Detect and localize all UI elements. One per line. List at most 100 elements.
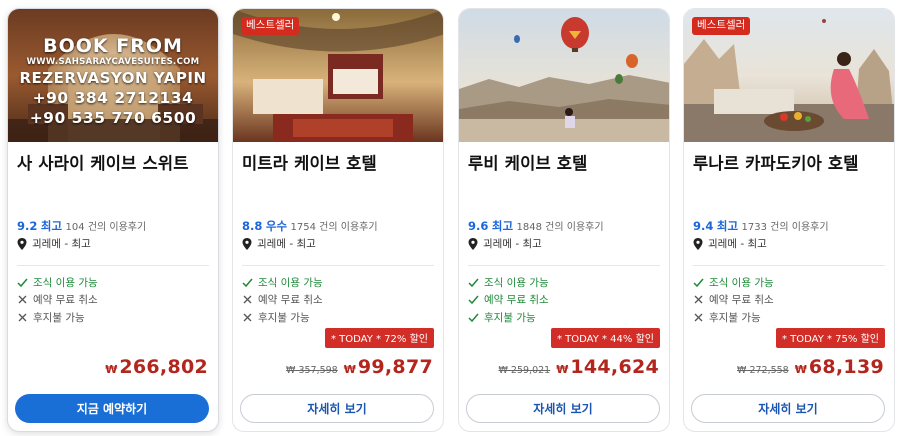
x-icon — [694, 295, 703, 304]
bestseller-badge: 베스트셀러 — [241, 17, 300, 35]
rating: 8.8 우수 1754 건의 이용후기 — [242, 218, 378, 234]
feature-text: 예약 무료 취소 — [709, 294, 774, 306]
currency-symbol: ₩ — [343, 363, 356, 376]
price-value: 68,139 — [808, 356, 884, 378]
promo-line: REZERVASYON YAPIN — [19, 69, 207, 87]
divider — [242, 265, 434, 266]
divider — [17, 265, 209, 266]
hotel-name[interactable]: 미트라 케이브 호텔 — [242, 150, 377, 174]
hotel-name[interactable]: 사 사라이 케이브 스위트 — [17, 150, 189, 174]
discount-badge: * TODAY * 72% 할인 — [324, 328, 434, 348]
rating-word: 최고 — [491, 219, 514, 233]
feature-text: 후지불 가능 — [258, 312, 310, 324]
feature-text: 조식 이용 가능 — [33, 277, 98, 289]
feature-item: 조식 이용 가능 — [468, 275, 549, 290]
feature-item: 후지불 가능 — [17, 310, 85, 325]
original-price: ₩ 357,598 — [286, 365, 338, 376]
original-price: ₩ 272,558 — [737, 365, 789, 376]
feature-item: 예약 무료 취소 — [693, 292, 774, 307]
rating-score: 8.8 — [242, 219, 263, 233]
feature-item: 예약 무료 취소 — [468, 292, 549, 307]
rating: 9.4 최고 1733 건의 이용후기 — [693, 218, 829, 234]
promo-phone: +90 535 770 6500 — [29, 109, 197, 127]
map-pin-icon — [693, 237, 703, 250]
feature-text: 예약 무료 취소 — [258, 294, 323, 306]
view-details-button[interactable]: 자세히 보기 — [466, 394, 660, 423]
price-value: 99,877 — [357, 356, 433, 378]
x-icon — [243, 295, 252, 304]
location: 괴레메 - 최고 — [468, 236, 542, 251]
feature-item: 예약 무료 취소 — [242, 292, 323, 307]
x-icon — [243, 313, 252, 322]
x-icon — [18, 313, 27, 322]
view-details-button[interactable]: 자세히 보기 — [691, 394, 885, 423]
location-text: 괴레메 - 최고 — [32, 238, 91, 250]
feature-item: 조식 이용 가능 — [693, 275, 774, 290]
x-icon — [18, 295, 27, 304]
feature-item: 후지불 가능 — [693, 310, 761, 325]
promo-line: BOOK FROM — [43, 35, 183, 57]
map-pin-icon — [468, 237, 478, 250]
review-count: 1848 건의 이용후기 — [516, 222, 604, 233]
hotel-card[interactable]: 루비 케이브 호텔 9.6 최고 1848 건의 이용후기 괴레메 - 최고 조… — [458, 8, 670, 432]
feature-text: 예약 무료 취소 — [33, 294, 98, 306]
check-icon — [17, 278, 28, 288]
hotel-name[interactable]: 루나르 카파도키아 호텔 — [693, 150, 859, 174]
promo-website: WWW.SAHSARAYCAVESUITES.COM — [26, 57, 200, 67]
hotel-photo[interactable] — [459, 9, 669, 142]
original-price: ₩ 259,021 — [498, 365, 551, 376]
divider — [468, 265, 660, 266]
location-text: 괴레메 - 최고 — [708, 238, 767, 250]
location: 괴레메 - 최고 — [693, 236, 767, 251]
discount-badge: * TODAY * 44% 할인 — [550, 328, 660, 348]
hotel-card[interactable]: 베스트셀러 루나르 카파도키아 호텔 9.4 최고 1733 건의 이용후기 괴… — [683, 8, 895, 432]
bestseller-badge: 베스트셀러 — [692, 17, 751, 35]
hotel-photo[interactable]: BOOK FROM WWW.SAHSARAYCAVESUITES.COM REZ… — [8, 9, 218, 142]
book-now-button[interactable]: 지금 예약하기 — [15, 394, 209, 423]
feature-item: 조식 이용 가능 — [17, 275, 98, 290]
feature-item: 후지불 가능 — [242, 310, 310, 325]
location: 괴레메 - 최고 — [17, 236, 91, 251]
rating-score: 9.4 — [693, 219, 714, 233]
promo-phone: +90 384 2712134 — [32, 89, 194, 107]
feature-text: 조식 이용 가능 — [484, 277, 549, 289]
rating-word: 최고 — [716, 219, 739, 233]
hotel-card[interactable]: 베스트셀러 미트라 케이브 호텔 8.8 우수 1754 건의 이용후기 괴레메… — [232, 8, 444, 432]
location-text: 괴레메 - 최고 — [257, 238, 316, 250]
price: ₩ 357,598 ₩ 99,877 — [286, 356, 433, 378]
x-icon — [694, 313, 703, 322]
feature-item: 예약 무료 취소 — [17, 292, 98, 307]
view-details-button[interactable]: 자세히 보기 — [240, 394, 434, 423]
discount-badge: * TODAY * 75% 할인 — [775, 328, 885, 348]
divider — [693, 265, 885, 266]
feature-item: 조식 이용 가능 — [242, 275, 323, 290]
currency-symbol: ₩ — [556, 363, 569, 376]
rating-word: 우수 — [265, 219, 288, 233]
map-pin-icon — [242, 237, 252, 250]
currency-symbol: ₩ — [105, 363, 118, 376]
rating-score: 9.2 — [17, 219, 38, 233]
rating: 9.6 최고 1848 건의 이용후기 — [468, 218, 604, 234]
feature-text: 후지불 가능 — [709, 312, 761, 324]
check-icon — [468, 278, 479, 288]
hotel-photo[interactable]: 베스트셀러 — [684, 9, 894, 142]
price-value: 144,624 — [570, 356, 659, 378]
check-icon — [693, 278, 704, 288]
review-count: 1754 건의 이용후기 — [290, 222, 378, 233]
location: 괴레메 - 최고 — [242, 236, 316, 251]
rating-word: 최고 — [40, 219, 63, 233]
feature-text: 조식 이용 가능 — [709, 277, 774, 289]
hotel-name[interactable]: 루비 케이브 호텔 — [468, 150, 588, 174]
review-count: 1733 건의 이용후기 — [741, 222, 829, 233]
hotel-photo[interactable]: 베스트셀러 — [233, 9, 443, 142]
hotel-card[interactable]: BOOK FROM WWW.SAHSARAYCAVESUITES.COM REZ… — [7, 8, 219, 432]
rating-score: 9.6 — [468, 219, 489, 233]
rating: 9.2 최고 104 건의 이용후기 — [17, 218, 146, 234]
check-icon — [242, 278, 253, 288]
price: ₩ 272,558 ₩ 68,139 — [737, 356, 884, 378]
check-icon — [468, 295, 479, 305]
currency-symbol: ₩ — [794, 363, 807, 376]
feature-text: 예약 무료 취소 — [484, 294, 549, 306]
promo-text-overlay: BOOK FROM WWW.SAHSARAYCAVESUITES.COM REZ… — [8, 35, 218, 128]
feature-item: 후지불 가능 — [468, 310, 536, 325]
